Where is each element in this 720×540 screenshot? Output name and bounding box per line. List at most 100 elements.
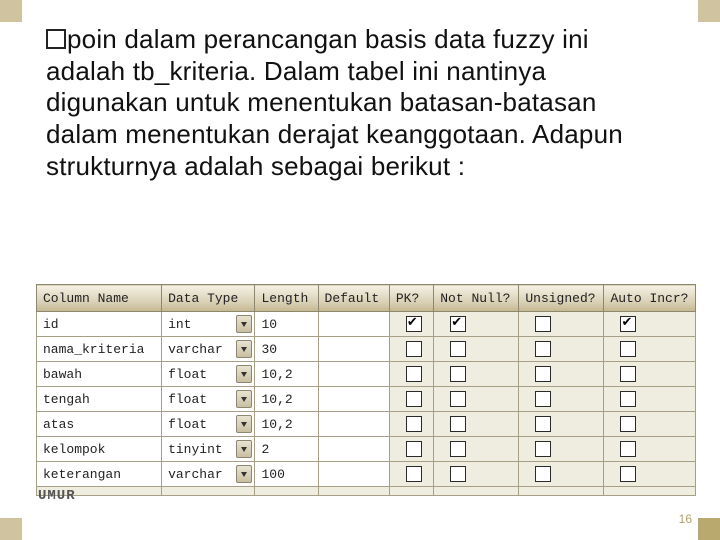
checkbox-icon[interactable] [620,366,636,382]
dropdown-arrow-icon[interactable] [236,340,252,358]
cell-length[interactable]: 10,2 [255,387,318,412]
checkbox-icon[interactable] [450,466,466,482]
cell-notnull [434,412,519,437]
cell-column-name[interactable]: atas [37,412,162,437]
cell-autoincr [604,337,696,362]
checkbox-icon[interactable] [450,391,466,407]
checkbox-icon[interactable] [620,391,636,407]
table-row: keteranganvarchar100 [37,462,696,487]
checkbox-icon[interactable] [450,341,466,357]
cell-data-type[interactable]: varchar [162,337,255,362]
cell-unsigned [519,312,604,337]
cell-column-name[interactable]: id [37,312,162,337]
footer-label: UMUR [38,488,76,504]
checkbox-icon[interactable] [406,391,422,407]
body-span: poin dalam perancangan basis data fuzzy … [46,24,623,181]
table-row [37,487,696,496]
cell-length[interactable]: 2 [255,437,318,462]
dropdown-arrow-icon[interactable] [236,465,252,483]
cell-data-type[interactable]: varchar [162,462,255,487]
cell-data-type[interactable]: float [162,412,255,437]
cell-data-type[interactable]: float [162,362,255,387]
checkbox-icon[interactable] [535,466,551,482]
checkbox-icon[interactable] [450,416,466,432]
cell-column-name[interactable]: kelompok [37,437,162,462]
cell-notnull [434,437,519,462]
cell-default[interactable] [318,487,389,496]
checkbox-icon[interactable] [535,366,551,382]
checkbox-icon[interactable] [535,341,551,357]
checkbox-icon[interactable] [406,466,422,482]
cell-column-name[interactable]: nama_kriteria [37,337,162,362]
checkbox-icon[interactable] [450,316,466,332]
cell-notnull [434,487,519,496]
table-row: bawahfloat10,2 [37,362,696,387]
dropdown-arrow-icon[interactable] [236,415,252,433]
cell-data-type[interactable]: tinyint [162,437,255,462]
cell-length[interactable]: 10,2 [255,412,318,437]
cell-notnull [434,387,519,412]
cell-pk [389,437,433,462]
checkbox-icon[interactable] [620,416,636,432]
cell-unsigned [519,362,604,387]
checkbox-icon[interactable] [620,441,636,457]
checkbox-icon[interactable] [535,391,551,407]
cell-autoincr [604,487,696,496]
checkbox-icon[interactable] [450,441,466,457]
checkbox-icon[interactable] [535,416,551,432]
cell-unsigned [519,337,604,362]
cell-length[interactable]: 30 [255,337,318,362]
checkbox-icon[interactable] [620,341,636,357]
dropdown-arrow-icon[interactable] [236,365,252,383]
cell-length[interactable]: 10 [255,312,318,337]
cell-autoincr [604,312,696,337]
checkbox-icon[interactable] [535,316,551,332]
table-row: idint10 [37,312,696,337]
cell-default[interactable] [318,337,389,362]
page-number: 16 [679,512,692,526]
cell-length[interactable]: 100 [255,462,318,487]
col-header-notnull: Not Null? [434,285,519,312]
cell-data-type[interactable]: float [162,387,255,412]
dropdown-arrow-icon[interactable] [236,390,252,408]
cell-notnull [434,337,519,362]
cell-default[interactable] [318,462,389,487]
checkbox-icon[interactable] [406,341,422,357]
checkbox-icon[interactable] [535,441,551,457]
dropdown-arrow-icon[interactable] [236,315,252,333]
schema-table-wrap: Column Name Data Type Length Default PK?… [36,284,696,496]
cell-column-name[interactable]: keterangan [37,462,162,487]
checkbox-icon[interactable] [406,441,422,457]
cell-default[interactable] [318,412,389,437]
table-row: nama_kriteriavarchar30 [37,337,696,362]
checkbox-icon[interactable] [450,366,466,382]
table-row: atasfloat10,2 [37,412,696,437]
col-header-datatype: Data Type [162,285,255,312]
cell-length[interactable] [255,487,318,496]
col-header-pk: PK? [389,285,433,312]
cell-autoincr [604,362,696,387]
cell-default[interactable] [318,362,389,387]
col-header-unsigned: Unsigned? [519,285,604,312]
schema-table: Column Name Data Type Length Default PK?… [36,284,696,496]
col-header-name: Column Name [37,285,162,312]
cell-default[interactable] [318,387,389,412]
cell-data-type[interactable] [162,487,255,496]
paragraph-text: poin dalam perancangan basis data fuzzy … [46,24,674,183]
cell-data-type[interactable]: int [162,312,255,337]
cell-default[interactable] [318,437,389,462]
col-header-default: Default [318,285,389,312]
checkbox-icon[interactable] [620,466,636,482]
checkbox-icon[interactable] [620,316,636,332]
checkbox-icon[interactable] [406,366,422,382]
cell-column-name[interactable]: tengah [37,387,162,412]
dropdown-arrow-icon[interactable] [236,440,252,458]
cell-autoincr [604,412,696,437]
cell-pk [389,337,433,362]
checkbox-icon[interactable] [406,316,422,332]
checkbox-icon[interactable] [406,416,422,432]
cell-column-name[interactable]: bawah [37,362,162,387]
cell-length[interactable]: 10,2 [255,362,318,387]
table-header-row: Column Name Data Type Length Default PK?… [37,285,696,312]
cell-default[interactable] [318,312,389,337]
